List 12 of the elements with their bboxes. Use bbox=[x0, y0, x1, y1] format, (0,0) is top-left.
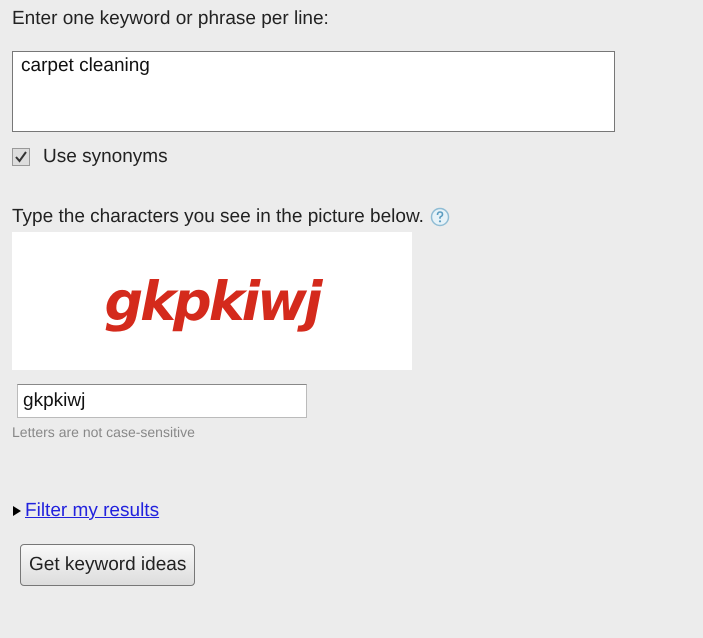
filter-results-link[interactable]: Filter my results bbox=[25, 500, 160, 522]
get-keyword-ideas-button[interactable]: Get keyword ideas bbox=[20, 544, 196, 586]
keywords-label: Enter one keyword or phrase per line: bbox=[12, 8, 330, 31]
captcha-hint: Letters are not case-sensitive bbox=[12, 424, 196, 440]
synonyms-label: Use synonyms bbox=[43, 146, 168, 168]
captcha-text: gkpkiwj bbox=[104, 270, 320, 332]
captcha-prompt: Type the characters you see in the picture below. bbox=[12, 206, 424, 228]
captcha-input-field[interactable]: gkpkiwj bbox=[17, 384, 307, 418]
keywords-field[interactable]: carpet cleaning bbox=[12, 51, 615, 132]
expand-triangle-icon[interactable] bbox=[12, 506, 22, 516]
help-icon[interactable] bbox=[430, 207, 450, 227]
synonyms-checkbox[interactable] bbox=[12, 148, 30, 166]
